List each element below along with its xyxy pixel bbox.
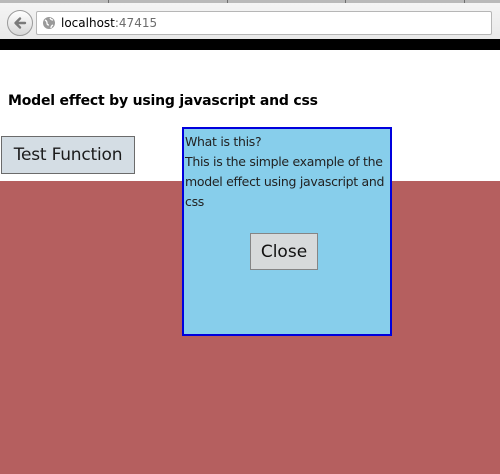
modal-dialog: What is this? This is the simple example…	[182, 127, 392, 336]
browser-toolbar: localhost:47415	[0, 3, 500, 39]
back-button[interactable]	[7, 10, 33, 36]
close-button[interactable]: Close	[250, 233, 318, 270]
url-host: localhost	[61, 16, 115, 30]
url-text: localhost:47415	[61, 16, 157, 30]
page-header-bar	[0, 39, 500, 50]
url-port: :47415	[114, 16, 158, 30]
globe-icon	[43, 17, 55, 29]
test-function-button[interactable]: Test Function	[1, 136, 135, 174]
page-title: Model effect by using javascript and css	[8, 93, 318, 109]
address-bar[interactable]: localhost:47415	[36, 11, 492, 35]
modal-body: This is the simple example of the model …	[185, 154, 385, 209]
modal-title: What is this?	[185, 134, 262, 149]
browser-window: localhost:47415 Model effect by using ja…	[0, 0, 500, 474]
back-arrow-icon	[14, 17, 27, 29]
modal-content: What is this? This is the simple example…	[185, 132, 391, 212]
